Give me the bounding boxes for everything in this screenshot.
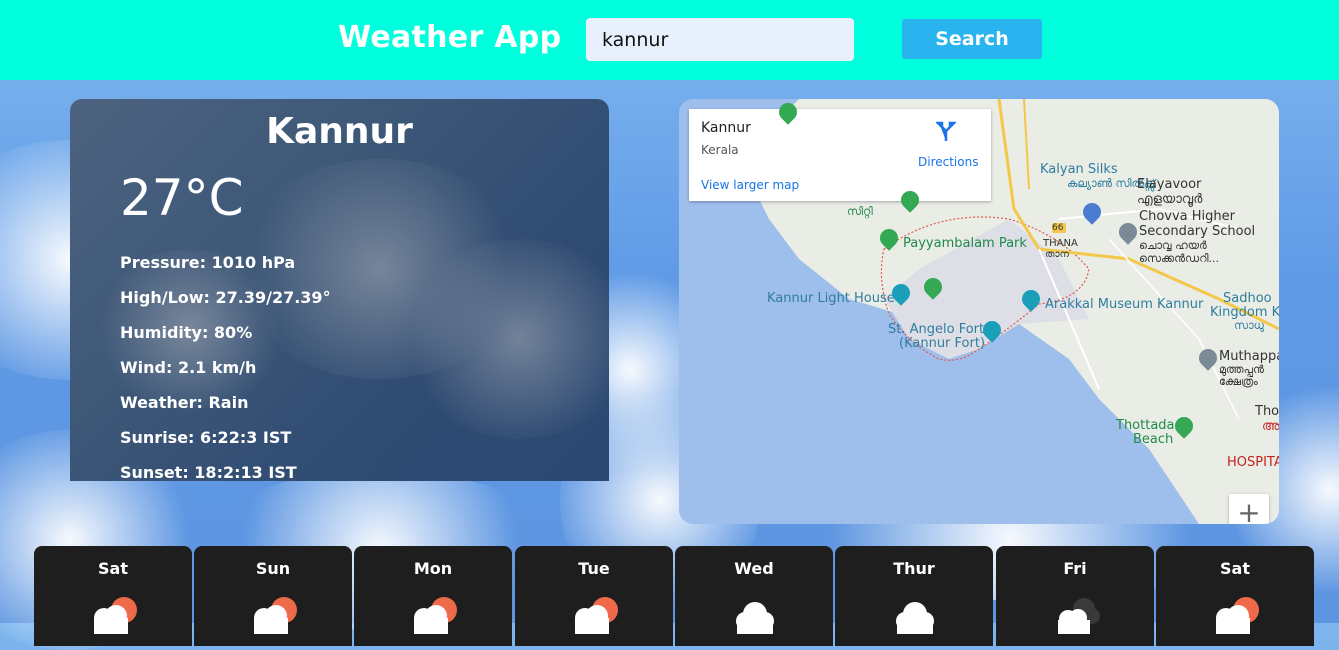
forecast-card: Wed — [675, 546, 833, 646]
city-search-input[interactable] — [586, 18, 854, 61]
forecast-card: Sat — [1156, 546, 1314, 646]
sunset-text: Sunset: 18:2:13 IST — [120, 463, 297, 481]
forecast-day: Thur — [893, 559, 935, 578]
map-label-muthappa: Muthappa — [1219, 349, 1279, 364]
forecast-card: Sat — [34, 546, 192, 646]
cloud-icon — [896, 602, 934, 634]
forecast-day: Mon — [413, 559, 453, 578]
map-embed[interactable]: Kannur Kerala View larger map Directions… — [679, 99, 1279, 524]
map-label-angelo-2: (Kannur Fort) — [899, 336, 986, 351]
map-label-angelo: St. Angelo Fort — [888, 322, 985, 337]
partly-cloudy-sun-icon — [94, 597, 137, 634]
map-label-sadhoo-2: Kingdom K — [1210, 305, 1279, 320]
humidity-text: Humidity: 80% — [120, 323, 253, 342]
directions-icon[interactable] — [936, 121, 956, 143]
map-road-66: 66 — [1052, 223, 1064, 233]
map-zoom-in-button[interactable]: + — [1229, 494, 1269, 524]
app-header: Weather App Search — [0, 0, 1339, 80]
map-label-siti: സിറ്റി — [847, 205, 873, 218]
partly-cloudy-sun-icon — [1216, 597, 1259, 634]
map-label-chovva-ml: ചൊവ്വ ഹയർ — [1139, 239, 1207, 252]
directions-link[interactable]: Directions — [918, 155, 978, 169]
current-temperature: 27°C — [120, 169, 244, 227]
weather-condition-text: Weather: Rain — [120, 393, 249, 412]
forecast-day: Wed — [734, 559, 774, 578]
forecast-card: Thur — [835, 546, 993, 646]
map-label-arakkal: Arakkal Museum Kannur — [1045, 297, 1204, 312]
map-label-thana: THANA — [1043, 238, 1078, 249]
map-label-a-ml: അ — [1262, 419, 1279, 434]
partly-cloudy-sun-icon — [254, 597, 297, 634]
map-label-sadhoo-ml: സാധു — [1234, 319, 1264, 332]
partly-cloudy-sun-icon — [414, 597, 457, 634]
map-label-thottada: Thottada — [1116, 418, 1175, 433]
app-title: Weather App — [338, 20, 562, 55]
map-label-chovva-ml-2: സെക്കൻഡറി... — [1139, 252, 1219, 265]
wind-text: Wind: 2.1 km/h — [120, 358, 257, 377]
forecast-day: Fri — [1063, 559, 1087, 578]
map-label-hospital: HOSPITA — [1227, 455, 1279, 470]
map-label-payyambalam: Payyambalam Park — [903, 236, 1027, 251]
cloud-icon — [736, 602, 774, 634]
city-name: Kannur — [266, 111, 413, 152]
forecast-card: Tue — [515, 546, 673, 646]
dark-clouds-icon — [1058, 598, 1100, 634]
map-label-elayavoor: Elayavoor — [1137, 177, 1202, 192]
map-label-chovva: Chovva Higher — [1139, 209, 1235, 224]
map-place-card: Kannur Kerala View larger map Directions — [689, 109, 991, 201]
high-low-text: High/Low: 27.39/27.39° — [120, 288, 331, 307]
search-button[interactable]: Search — [902, 19, 1042, 59]
place-title: Kannur — [701, 120, 751, 136]
map-label-lighthouse: Kannur Light House — [767, 291, 895, 306]
forecast-day: Sun — [255, 559, 291, 578]
map-label-chovva-2: Secondary School — [1139, 224, 1256, 239]
forecast-card: Sun — [194, 546, 352, 646]
forecast-day: Tue — [578, 559, 610, 578]
sunrise-text: Sunrise: 6:22:3 IST — [120, 428, 292, 447]
map-label-elayavoor-ml: എളയാവൂർ — [1137, 192, 1203, 207]
place-region: Kerala — [701, 143, 739, 157]
map-label-tho: Tho — [1255, 404, 1279, 419]
current-weather-card: Kannur 27°C Pressure: 1010 hPa High/Low:… — [70, 99, 609, 481]
forecast-day: Sat — [1220, 559, 1250, 578]
view-larger-map-link[interactable]: View larger map — [701, 178, 799, 192]
forecast-card: Fri — [996, 546, 1154, 646]
pressure-text: Pressure: 1010 hPa — [120, 253, 296, 272]
forecast-day: Sat — [98, 559, 128, 578]
map-label-thana-ml: താന — [1045, 249, 1069, 260]
forecast-card: Mon — [354, 546, 512, 646]
map-label-sadhoo: Sadhoo — [1223, 291, 1272, 306]
map-label-kalyan: Kalyan Silks — [1040, 162, 1118, 177]
map-label-beach: Beach — [1133, 432, 1174, 447]
partly-cloudy-sun-icon — [575, 597, 618, 634]
map-label-muthappa-ml-2: ക്ഷേത്രം — [1219, 375, 1258, 388]
